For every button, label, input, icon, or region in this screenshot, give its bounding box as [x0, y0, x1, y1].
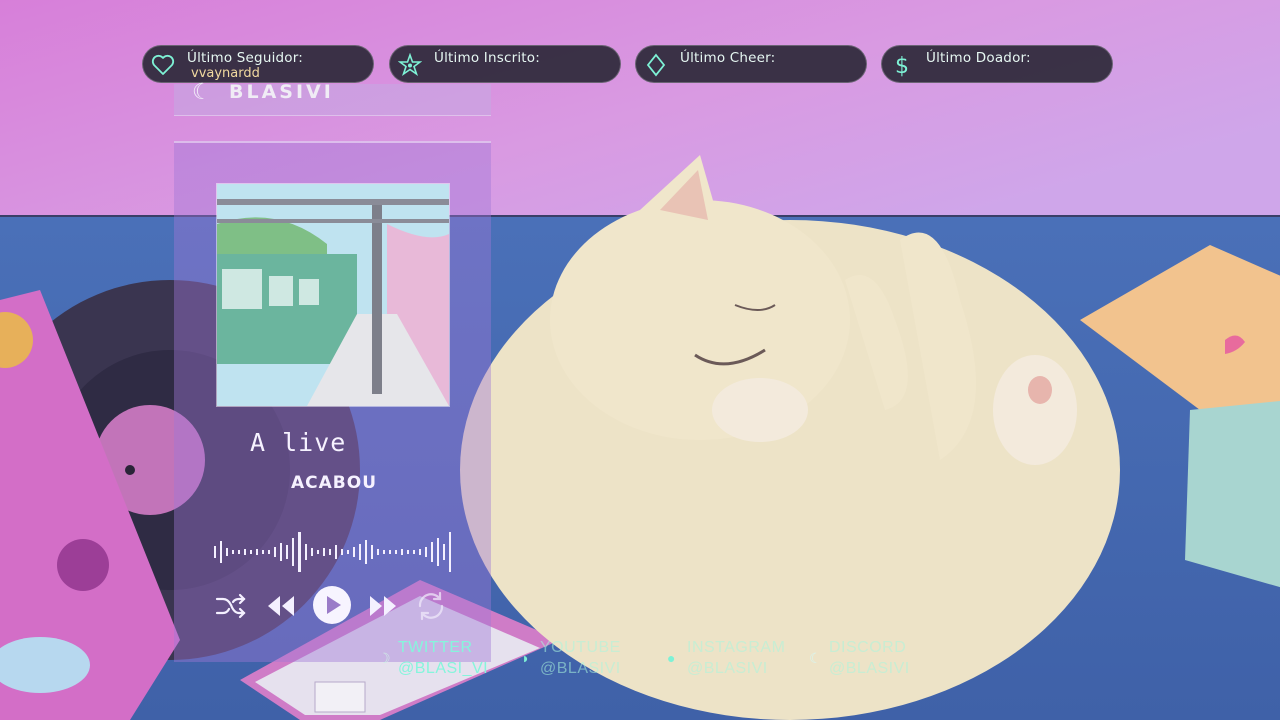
alert-label: Último Seguidor: — [187, 50, 304, 66]
social-network: DISCORD — [829, 639, 907, 656]
repeat-icon — [418, 591, 444, 621]
moon-icon: ☾ — [192, 80, 212, 105]
repeat-button[interactable] — [414, 588, 448, 624]
social-network: TWITTER — [398, 639, 473, 656]
shuffle-button[interactable] — [214, 588, 248, 624]
diamond-icon — [646, 53, 666, 77]
alert-label: Último Doador: — [926, 50, 1031, 66]
fast-forward-icon — [370, 596, 396, 616]
rewind-icon — [268, 596, 294, 616]
alert-label: Último Cheer: — [680, 50, 776, 66]
full-moon-icon: ● — [667, 650, 676, 666]
play-button[interactable] — [312, 585, 352, 625]
social-handle: @BLASIVI — [687, 660, 768, 677]
social-handle: @BLASIVI — [540, 660, 621, 677]
heart-icon — [151, 54, 175, 75]
social-handle: @BLASI_VI — [398, 660, 489, 677]
social-network: YOUTUBE — [540, 639, 621, 656]
song-title: A live — [250, 428, 347, 457]
crescent-moon-icon: ☾ — [809, 650, 823, 666]
svg-text:$: $ — [895, 54, 909, 77]
artist-name: ACABOU — [291, 473, 378, 493]
social-handle: @BLASIVI — [829, 660, 910, 677]
social-network: INSTAGRAM — [687, 639, 786, 656]
social-discord[interactable]: ☾ DISCORD @BLASIVI — [809, 637, 910, 679]
dollar-icon: $ — [895, 54, 909, 77]
alert-last-donor: $ Último Doador: — [881, 45, 1113, 83]
player-brand-bar: ☾ BLASIVI — [174, 80, 491, 116]
previous-button[interactable] — [264, 588, 298, 624]
shuffle-icon — [215, 593, 246, 619]
alert-value: vvaynardd — [191, 66, 260, 81]
alert-label: Último Inscrito: — [434, 50, 540, 66]
album-cover — [216, 183, 450, 407]
social-youtube[interactable]: ◑ YOUTUBE @BLASIVI — [520, 637, 621, 679]
alert-last-subscriber: Último Inscrito: — [389, 45, 621, 83]
alert-last-follower: Último Seguidor: vvaynardd — [142, 45, 374, 83]
next-button[interactable] — [366, 588, 400, 624]
brand-name: BLASIVI — [229, 81, 334, 103]
social-twitter[interactable]: ☽ TWITTER @BLASI_VI — [378, 637, 489, 679]
alert-last-cheer: Último Cheer: — [635, 45, 867, 83]
star-icon — [398, 53, 422, 77]
moon-icon: ☽ — [378, 650, 392, 666]
half-moon-icon: ◑ — [520, 650, 529, 666]
audio-waveform — [214, 532, 451, 572]
social-instagram[interactable]: ● INSTAGRAM @BLASIVI — [667, 637, 786, 679]
